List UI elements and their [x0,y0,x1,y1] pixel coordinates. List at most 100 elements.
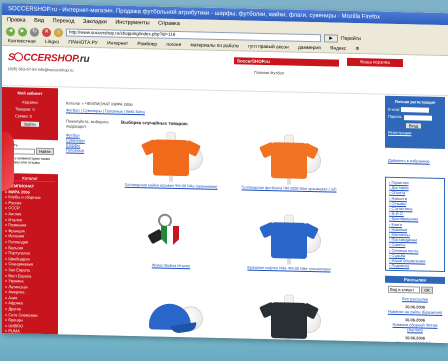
header-links[interactable]: Главная Футбол [234,69,339,76]
product-card[interactable]: Голландская футболка ЧМ-2006 Nike оранже… [239,133,339,192]
left-sidebar: Мой кабинет Корзина Товаров: 0 Сумма: 0 … [2,87,58,344]
browser-window: SOCCERSHOP.ru - Интернет-магазин. Продаж… [2,3,448,344]
login-submit-button[interactable]: Вход [406,123,422,129]
go-button[interactable]: ▶ [324,34,338,43]
bookmark-item[interactable]: Яндекс [330,46,346,51]
reload-icon[interactable]: ↻ [30,27,39,37]
newsletter-title: Рассылки [385,276,445,285]
email-row: E-mail [388,107,442,114]
back-icon[interactable]: ◄ [6,26,15,36]
newsletter-box: Рассылки Вид в клиент ОК [385,276,445,295]
side-search-button[interactable]: Найти [36,147,54,156]
mannequin-stand [169,175,173,182]
mannequin-stand [287,178,291,185]
menu-item[interactable]: Вид [34,18,44,24]
search-label[interactable]: Перейти [341,36,361,42]
bookmark-item[interactable]: погоня [166,43,181,48]
search-area: Перейти [341,36,361,42]
product-image[interactable] [143,291,203,342]
shirt-icon [271,302,307,339]
news-items: 10.06.2006 Новинки на сайте (Бразилия) 10.… [385,304,445,344]
product-image[interactable] [261,134,321,185]
product-card[interactable]: Wiston Bedina Италия [121,211,221,270]
news-all-link[interactable]: Все рассылки [385,296,445,303]
bookmark-item[interactable]: материалы по работе [191,43,239,49]
product-card[interactable]: Бейсболка ЧМ-06 Nike голубая [121,291,221,343]
cart-sum: Сумма: 0 [15,113,33,119]
account-title: Мой кабинет [17,90,43,96]
product-caption[interactable]: Голландская футболка ЧМ-2006 Nike оранже… [239,185,339,192]
menu-item[interactable]: Инструменты [115,20,149,27]
account-box: Мой кабинет Корзина Товаров: 0 Сумма: 0 … [2,87,58,141]
product-caption[interactable]: Бразилия кофтея Nike ЧМ-06 Nike тренинго… [239,265,339,272]
logo-main: CCERSHOP [23,52,78,65]
main-content: Каталог » ЧЕМПИОНАТ МИРА 2006 Футбол | С… [66,92,348,344]
product-image[interactable] [261,294,321,344]
subcat-link[interactable]: Головные [66,147,121,153]
password-label: Пароль [388,114,402,120]
cart-count: Товаров: 0 [15,106,35,112]
product-caption[interactable]: Wiston Bedina Италия [121,263,221,270]
mannequin-stand [287,258,291,265]
catalog-list: » ЧЕМПИОНАТ» МИРА 2006» Клубы и сборные»… [5,183,55,343]
subcategory-list: Пожалуйста, выберите подраздел: Футбол С… [66,118,121,343]
right-sidebar: Личная регистрация E-mail Пароль Вход Ре… [385,95,445,344]
bookmark-item[interactable]: Рамблер [137,42,157,47]
product-image[interactable] [261,214,321,265]
contact-info: (495) 663-67-84 info@soccershop.ru [8,66,74,73]
login-title: Личная регистрация [394,98,436,105]
cart-button[interactable]: Ваша корзина [347,57,403,68]
bookmark-item[interactable]: Lingvo [45,40,59,45]
logo-block: S CCERSHOP.ru (495) 663-67-84 info@soccer… [2,46,102,73]
catalog-menu: Каталог » ЧЕМПИОНАТ» МИРА 2006» Клубы и … [2,173,58,344]
info-nav-item[interactable]: › Подписка [389,263,441,269]
shirt-icon [271,142,307,179]
menu-item[interactable]: Закладки [83,19,107,26]
product-card[interactable]: Бразилия сборная ЧМ-06 Nike черная [239,293,339,344]
product-card[interactable]: Бразилия кофтея Nike ЧМ-06 Nike тренинго… [239,213,339,272]
login-form: Личная регистрация E-mail Пароль Вход Ре… [385,95,445,150]
logo-tld: .ru [77,53,90,65]
stop-icon[interactable]: ✕ [42,27,51,37]
login-button[interactable]: Войти [21,121,39,127]
subcat-links: Футбол Сувениры Шарфы Головные [66,132,121,153]
cart-label[interactable]: Корзина [5,99,55,105]
product-caption[interactable]: Голландская майка игровая ЧМ-06 Nike (ор… [121,183,221,190]
register-link[interactable]: Регистрация [388,130,442,136]
menu-item[interactable]: Переход [53,18,75,24]
news-link[interactable]: Новинки сборной ЧМ-06 (Англия) [385,322,445,333]
bookmark-item[interactable]: Интернет [107,41,128,46]
site-logo[interactable]: S CCERSHOP.ru [8,52,102,65]
decorative-red-swoosh [2,131,14,192]
newsletter-ok-button[interactable]: ОК [421,286,433,295]
password-row: Пароль [388,114,442,121]
web-page: S CCERSHOP.ru (495) 663-67-84 info@soccer… [2,46,448,344]
menu-item[interactable]: Справка [158,21,180,27]
products-section: Выборка случайных товаров: Голландская м… [121,120,341,344]
forward-icon[interactable]: ► [18,26,27,37]
news-link[interactable]: Новинки на сайте (Бразилия) [385,309,445,315]
bookmark-item[interactable]: Ф [356,47,360,52]
header-center: SoccerSHOP.ru Главная Футбол [234,57,339,76]
bookmark-item[interactable]: ГРАНОТА.РУ [68,41,97,47]
shirt-icon [271,222,307,259]
newsletter-select[interactable]: Вид в клиент [388,286,420,294]
home-icon[interactable]: ⌂ [54,27,63,37]
bookmark-item[interactable]: гугл правый аксон [248,45,288,51]
italy-shield-icon [161,226,179,248]
product-grid: Голландская майка игровая ЧМ-06 Nike (ор… [121,125,341,344]
email-label: E-mail [388,106,400,113]
news-list: Все рассылки 10.06.2006 Новинки на сайте … [385,296,445,344]
bookmark-item[interactable]: даммерия [298,46,321,52]
add-favorites-link[interactable]: Добавить в избранное [388,158,445,164]
product-card[interactable]: Голландская майка игровая ЧМ-06 Nike (ор… [121,131,221,190]
domain-badge: SoccerSHOP.ru [234,57,339,67]
product-image[interactable] [143,211,199,262]
password-field[interactable] [403,114,432,121]
email-field[interactable] [401,107,430,114]
product-image[interactable] [143,131,203,182]
bookmark-item[interactable]: Контекстная [8,39,36,45]
menu-item[interactable]: Правка [7,17,26,23]
category-area: Пожалуйста, выберите подраздел: Футбол С… [66,118,348,344]
screenshot-scene: SOCCERSHOP.ru - Интернет-магазин. Продаж… [0,0,448,361]
